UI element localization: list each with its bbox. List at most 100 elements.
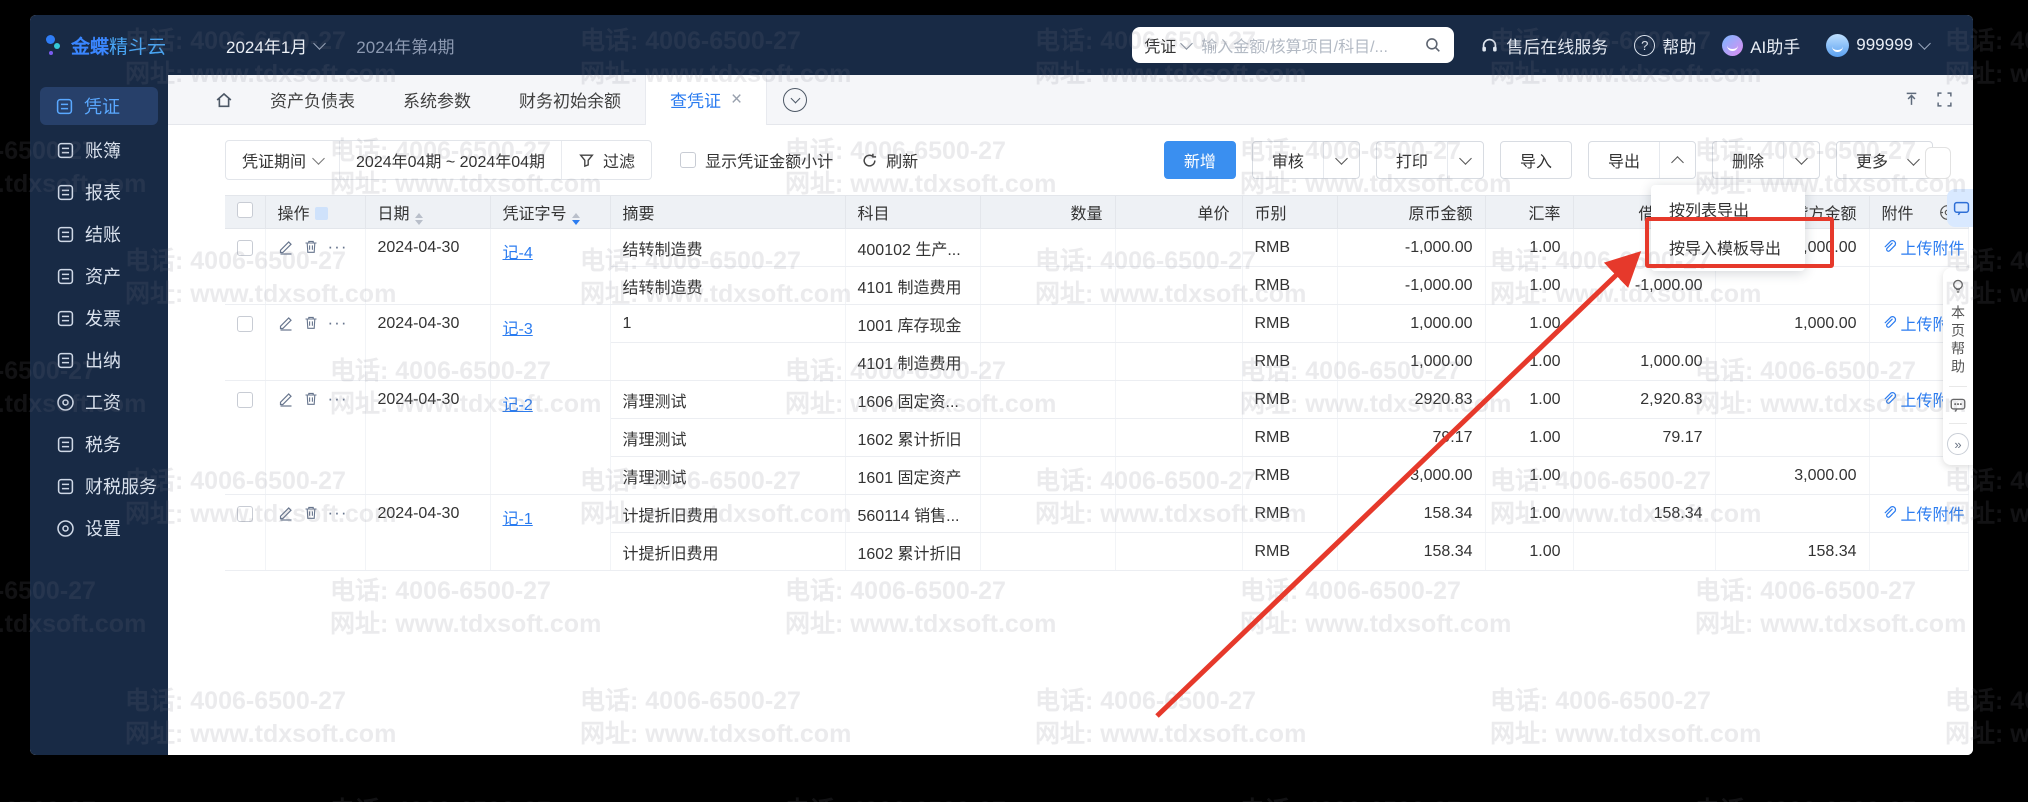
sidebar-item-label: 工资	[85, 393, 121, 413]
floating-mini-panel[interactable]	[1925, 147, 1951, 179]
help-button[interactable]: ? 帮助	[1634, 33, 1696, 58]
split-caret[interactable]	[1322, 142, 1359, 178]
voucher-no-cell: 记-3	[490, 304, 611, 381]
split-caret[interactable]	[1782, 142, 1819, 178]
edit-icon[interactable]	[278, 315, 294, 331]
打印-button[interactable]: 打印	[1375, 141, 1484, 179]
account-cell: 1602 累计折旧	[845, 418, 981, 457]
sidebar-item-cashier[interactable]: 出纳	[30, 339, 168, 381]
row-checkbox[interactable]	[237, 506, 253, 522]
logo: 金蝶精斗云	[30, 32, 168, 59]
debit-cell	[1573, 304, 1716, 343]
delete-icon[interactable]	[303, 505, 319, 521]
more-actions-icon[interactable]: ···	[328, 238, 348, 255]
fullscreen-icon[interactable]	[1936, 91, 1953, 108]
tab-系统参数[interactable]: 系统参数	[379, 75, 495, 125]
filter-button[interactable]: 过滤	[561, 141, 651, 179]
bulb-icon[interactable]	[1949, 278, 1967, 296]
period-range-field[interactable]: 2024年04期 ~ 2024年04期	[339, 141, 561, 179]
select-all-checkbox[interactable]	[237, 201, 253, 218]
row-checkbox[interactable]	[237, 392, 253, 408]
user-menu[interactable]: 999999	[1826, 33, 1931, 57]
period-month-selector[interactable]: 2024年1月	[226, 33, 327, 58]
edit-icon[interactable]	[278, 391, 294, 407]
sidebar-item-tax-service[interactable]: 财税服务	[30, 465, 168, 507]
sidebar-item-voucher[interactable]: 凭证	[40, 87, 158, 125]
col-voucher-no[interactable]: 凭证字号	[490, 195, 611, 229]
back-to-top-icon[interactable]	[1903, 91, 1920, 108]
edit-icon[interactable]	[278, 239, 294, 255]
paperclip-icon	[1882, 391, 1897, 407]
sidebar-item-settings[interactable]: 设置	[30, 507, 168, 549]
collapse-panel-icon[interactable]: »	[1947, 433, 1969, 455]
voucher-date: 2024-04-30	[365, 228, 491, 305]
credit-cell	[1715, 494, 1870, 533]
voucher-period-selector[interactable]: 凭证期间	[226, 141, 339, 179]
upload-attachment-link[interactable]: 上传附件	[1882, 501, 1965, 525]
search-scope-selector[interactable]: 凭证	[1144, 33, 1194, 57]
more-actions-icon[interactable]: ···	[328, 504, 348, 521]
更多-button[interactable]: 更多	[1835, 141, 1933, 179]
search-icon[interactable]	[1424, 36, 1442, 54]
sidebar-item-invoice[interactable]: 发票	[30, 297, 168, 339]
original-amount-cell: 158.34	[1337, 494, 1486, 533]
account-cell: 1602 累计折旧	[845, 532, 981, 571]
column-settings-icon[interactable]	[314, 207, 328, 220]
row-checkbox[interactable]	[237, 316, 253, 332]
voucher-no-link[interactable]: 记-2	[503, 397, 533, 414]
after-sales-service-button[interactable]: 售后在线服务	[1480, 33, 1608, 58]
tab-overflow-button[interactable]	[783, 87, 808, 112]
voucher-no-link[interactable]: 记-4	[503, 245, 533, 262]
sidebar-item-salary[interactable]: 工资	[30, 381, 168, 423]
show-subtotal-checkbox[interactable]: 显示凭证金额小计	[680, 148, 833, 172]
row-checkbox[interactable]	[237, 240, 253, 256]
split-caret[interactable]	[1658, 142, 1695, 178]
导出-button[interactable]: 导出	[1587, 141, 1696, 179]
split-caret[interactable]	[1446, 142, 1483, 178]
ai-assistant-button[interactable]: AI助手	[1722, 33, 1800, 58]
search-input[interactable]: 输入金额/核算项目/科目/...	[1201, 33, 1414, 57]
add-新增-button[interactable]: 新增	[1163, 141, 1236, 179]
delete-icon[interactable]	[303, 315, 319, 331]
tab-资产负债表[interactable]: 资产负债表	[246, 75, 379, 125]
sidebar-item-report[interactable]: 报表	[30, 171, 168, 213]
sidebar-item-tax[interactable]: 税务	[30, 423, 168, 465]
sidebar-item-label: 报表	[85, 183, 121, 203]
delete-icon[interactable]	[303, 391, 319, 407]
edit-icon[interactable]	[278, 505, 294, 521]
删除-button[interactable]: 删除	[1711, 141, 1820, 179]
message-flyout-tab[interactable]	[1947, 189, 1973, 227]
home-tab-button[interactable]	[214, 90, 234, 110]
voucher-no-link[interactable]: 记-3	[503, 321, 533, 338]
导入-button[interactable]: 导入	[1499, 141, 1572, 179]
export-menu-item-highlighted[interactable]: 按导入模板导出	[1651, 228, 1805, 266]
voucher-no-cell: 记-4	[490, 228, 611, 305]
sidebar-item-closing[interactable]: 结账	[30, 213, 168, 255]
rate-cell: 1.00	[1485, 342, 1574, 381]
voucher-no-link[interactable]: 记-1	[503, 511, 533, 528]
period-label: 2024年第4期	[356, 37, 455, 57]
col-date[interactable]: 日期	[365, 195, 491, 229]
global-search[interactable]: 凭证 输入金额/核算项目/科目/...	[1132, 27, 1455, 63]
account-cell: 1601 固定资产	[845, 456, 981, 495]
delete-icon[interactable]	[303, 239, 319, 255]
refresh-button[interactable]: 刷新	[861, 148, 918, 172]
page-help-label[interactable]: 本页帮助	[1948, 305, 1968, 377]
summary-cell: 结转制造费	[610, 266, 846, 305]
more-actions-icon[interactable]: ···	[328, 314, 348, 331]
tab-查凭证[interactable]: 查凭证 ×	[645, 74, 768, 125]
more-actions-icon[interactable]: ···	[328, 390, 348, 407]
close-icon[interactable]: ×	[731, 90, 742, 109]
original-amount-cell: 2920.83	[1337, 380, 1486, 419]
feedback-chat-icon[interactable]	[1949, 396, 1967, 414]
rate-cell: 1.00	[1485, 304, 1574, 343]
审核-button[interactable]: 审核	[1251, 141, 1360, 179]
sidebar-item-asset[interactable]: 资产	[30, 255, 168, 297]
sidebar-item-ledger[interactable]: 账簿	[30, 129, 168, 171]
ai-icon	[1722, 34, 1744, 56]
account-cell: 4101 制造费用	[845, 342, 981, 381]
debit-cell	[1573, 532, 1716, 571]
upload-attachment-link[interactable]: 上传附件	[1882, 235, 1965, 259]
tab-财务初始余额[interactable]: 财务初始余额	[495, 75, 645, 125]
export-menu-item[interactable]: 按列表导出	[1651, 190, 1805, 228]
